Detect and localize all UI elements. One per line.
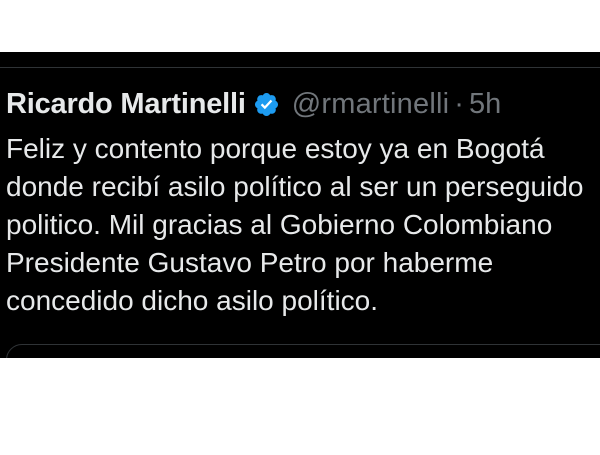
tweet-text-line: Presidente Gustavo Petro por haberme bbox=[6, 247, 494, 278]
author-handle[interactable]: @rmartinelli bbox=[292, 82, 450, 126]
tweet-text-line: concedido dicho asilo político. bbox=[6, 285, 379, 316]
media-preview-card[interactable] bbox=[6, 344, 600, 358]
tweet-text-line: donde recibí asilo político al ser un pe… bbox=[6, 171, 584, 202]
tweet-text-line: politico. Mil gracias al Gobierno Colomb… bbox=[6, 209, 553, 240]
divider bbox=[0, 67, 600, 68]
verified-badge-icon[interactable] bbox=[253, 91, 280, 118]
tweet-text: Feliz y contento porque estoy ya en Bogo… bbox=[6, 130, 600, 320]
tweet-timestamp[interactable]: 5h bbox=[469, 82, 501, 126]
screenshot-frame: Ricardo Martinelli @rmartinelli · 5h Fel… bbox=[0, 0, 600, 455]
tweet-text-line: Feliz y contento porque estoy ya en Bogo… bbox=[6, 133, 545, 164]
author-display-name[interactable]: Ricardo Martinelli bbox=[6, 82, 246, 126]
separator-dot: · bbox=[454, 88, 464, 120]
tweet-card[interactable]: Ricardo Martinelli @rmartinelli · 5h Fel… bbox=[0, 52, 600, 358]
tweet-header: Ricardo Martinelli @rmartinelli · 5h bbox=[6, 82, 501, 126]
